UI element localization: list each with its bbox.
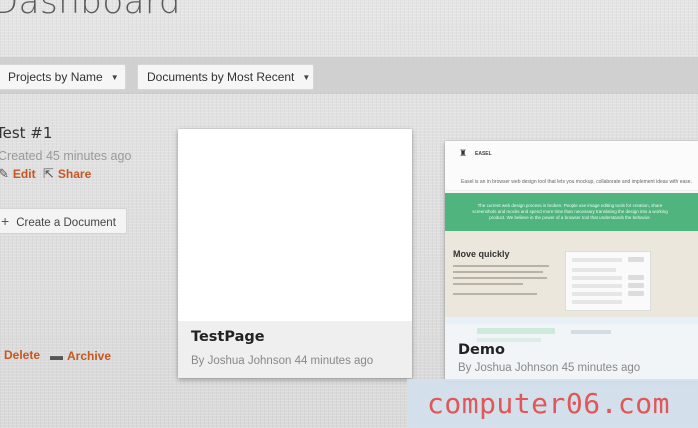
delete-project-link[interactable]: Delete [4,348,40,362]
thumbnail-section-title: Move quickly [453,249,510,259]
documents-sort-dropdown[interactable]: Documents by Most Recent ▼ [137,64,314,90]
share-label: Share [57,167,92,181]
project-created-time: Created 45 minutes ago [0,149,132,163]
thumbnail-text-line [453,265,549,267]
thumbnail-button [628,283,644,288]
pencil-icon: ✎ [0,166,9,181]
thumbnail-form [565,251,651,311]
thumbnail-overlay-bar [477,328,555,334]
document-name: TestPage [191,329,265,345]
thumbnail-text-line [453,283,523,285]
watermark: computer06.com [407,379,698,428]
thumbnail-text-line [453,277,547,279]
thumbnail-button [628,257,644,262]
thumbnail-strip [445,317,698,324]
project-title: Test #1 [0,124,53,142]
thumbnail-field [572,276,622,280]
document-meta: By Joshua Johnson 44 minutes ago [191,355,374,367]
plus-icon: + [1,213,10,229]
document-thumbnail: ♜ EASEL Easel is an in browser web desig… [445,141,698,324]
create-document-label: Create a Document [16,217,116,229]
thumbnail-field [572,300,622,304]
thumbnail-button [628,291,644,296]
thumbnail-text-line [453,271,543,273]
thumbnail-header: ♜ EASEL Easel is an in browser web desig… [445,141,698,191]
thumbnail-text-line [453,293,537,295]
chevron-down-icon: ▼ [302,73,311,82]
share-icon: ⇱ [43,166,54,181]
thumbnail-field [572,258,622,262]
thumbnail-overlay-bar [571,330,611,334]
watermark-text: computer06.com [427,387,671,420]
thumbnail-tagline: Easel is an in browser web design tool t… [461,179,692,185]
thumbnail-button [628,275,644,280]
document-card-testpage[interactable]: TestPage By Joshua Johnson 44 minutes ag… [178,129,412,378]
thumbnail-brand: EASEL [475,151,492,157]
thumbnail-section: Move quickly [445,231,698,317]
thumbnail-hero-text: The current web design process is broken… [472,203,668,220]
document-meta: By Joshua Johnson 45 minutes ago [458,362,641,374]
easel-logo-icon: ♜ [459,148,468,158]
share-project-link[interactable]: ⇱ Share [43,166,91,182]
create-document-button[interactable]: + Create a Document [0,208,127,234]
document-card-demo[interactable]: ♜ EASEL Easel is an in browser web desig… [445,141,698,381]
documents-sort-label: Documents by Most Recent [147,70,295,84]
thumbnail-hero: The current web design process is broken… [445,193,698,231]
projects-sort-label: Projects by Name [8,70,103,84]
document-name: Demo [458,342,505,358]
thumbnail-field [572,292,622,296]
document-card-footer: Demo By Joshua Johnson 45 minutes ago [445,324,698,381]
edit-label: Edit [12,167,36,181]
chevron-down-icon: ▼ [110,73,119,82]
folder-icon: ▬ [50,348,63,363]
projects-sort-dropdown[interactable]: Projects by Name ▼ [0,64,126,90]
edit-project-link[interactable]: ✎ Edit [0,166,36,182]
archive-project-link[interactable]: ▬ Archive [50,348,111,363]
thumbnail-field [572,284,622,288]
filter-bar: Projects by Name ▼ Documents by Most Rece… [0,57,698,94]
document-card-footer: TestPage By Joshua Johnson 44 minutes ag… [178,321,412,378]
delete-label: Delete [4,348,41,362]
thumbnail-field [572,268,616,272]
archive-label: Archive [67,349,112,363]
page-title: Dashboard [0,0,181,22]
